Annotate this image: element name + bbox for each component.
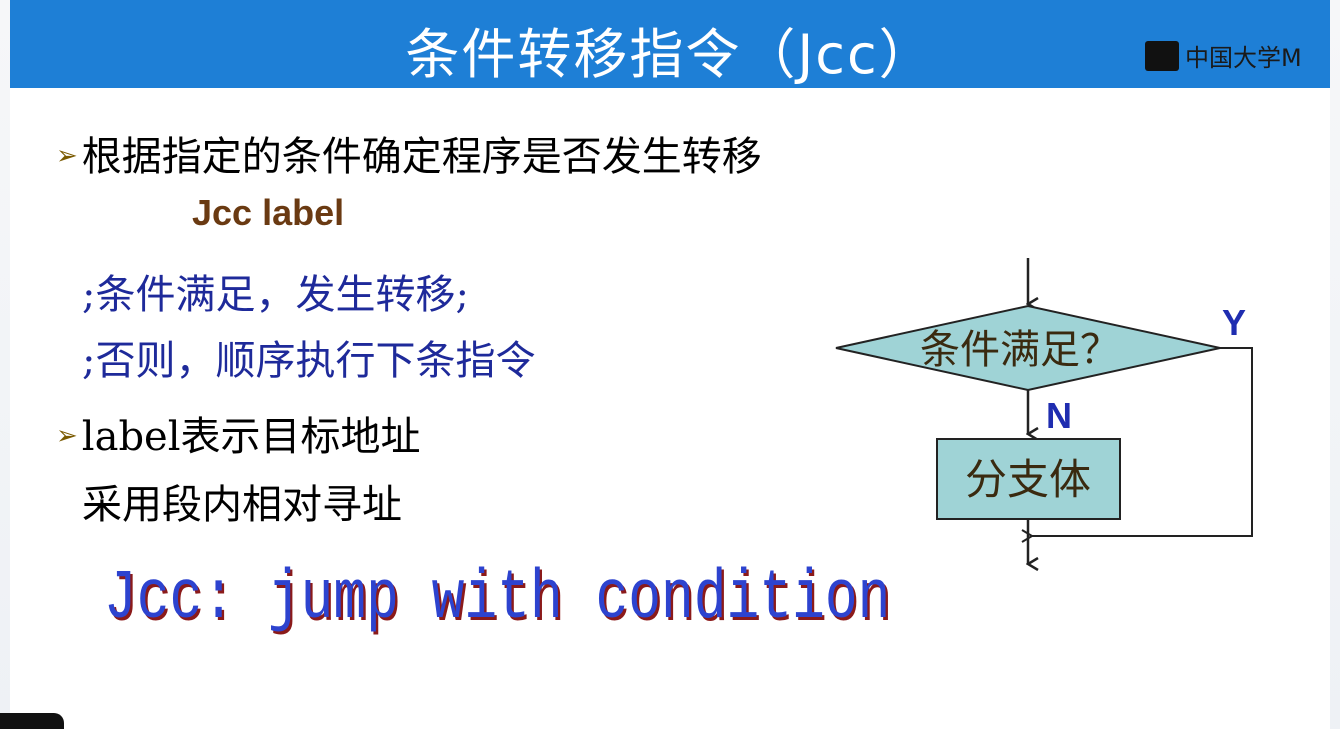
corner-tab[interactable]: [0, 713, 64, 729]
no-label: N: [1046, 395, 1072, 436]
flowchart: 条件满足？ N Y 分支体: [835, 258, 1253, 729]
slide-frame: 条件转移指令（Jcc） 中国大学M ➢ 根据指定的条件确定程序是否发生转移 Jcc…: [0, 0, 1340, 729]
decision-label: 条件满足？: [920, 327, 1120, 373]
yes-label: Y: [1222, 302, 1246, 343]
branch-body-label: 分支体: [965, 455, 1091, 504]
